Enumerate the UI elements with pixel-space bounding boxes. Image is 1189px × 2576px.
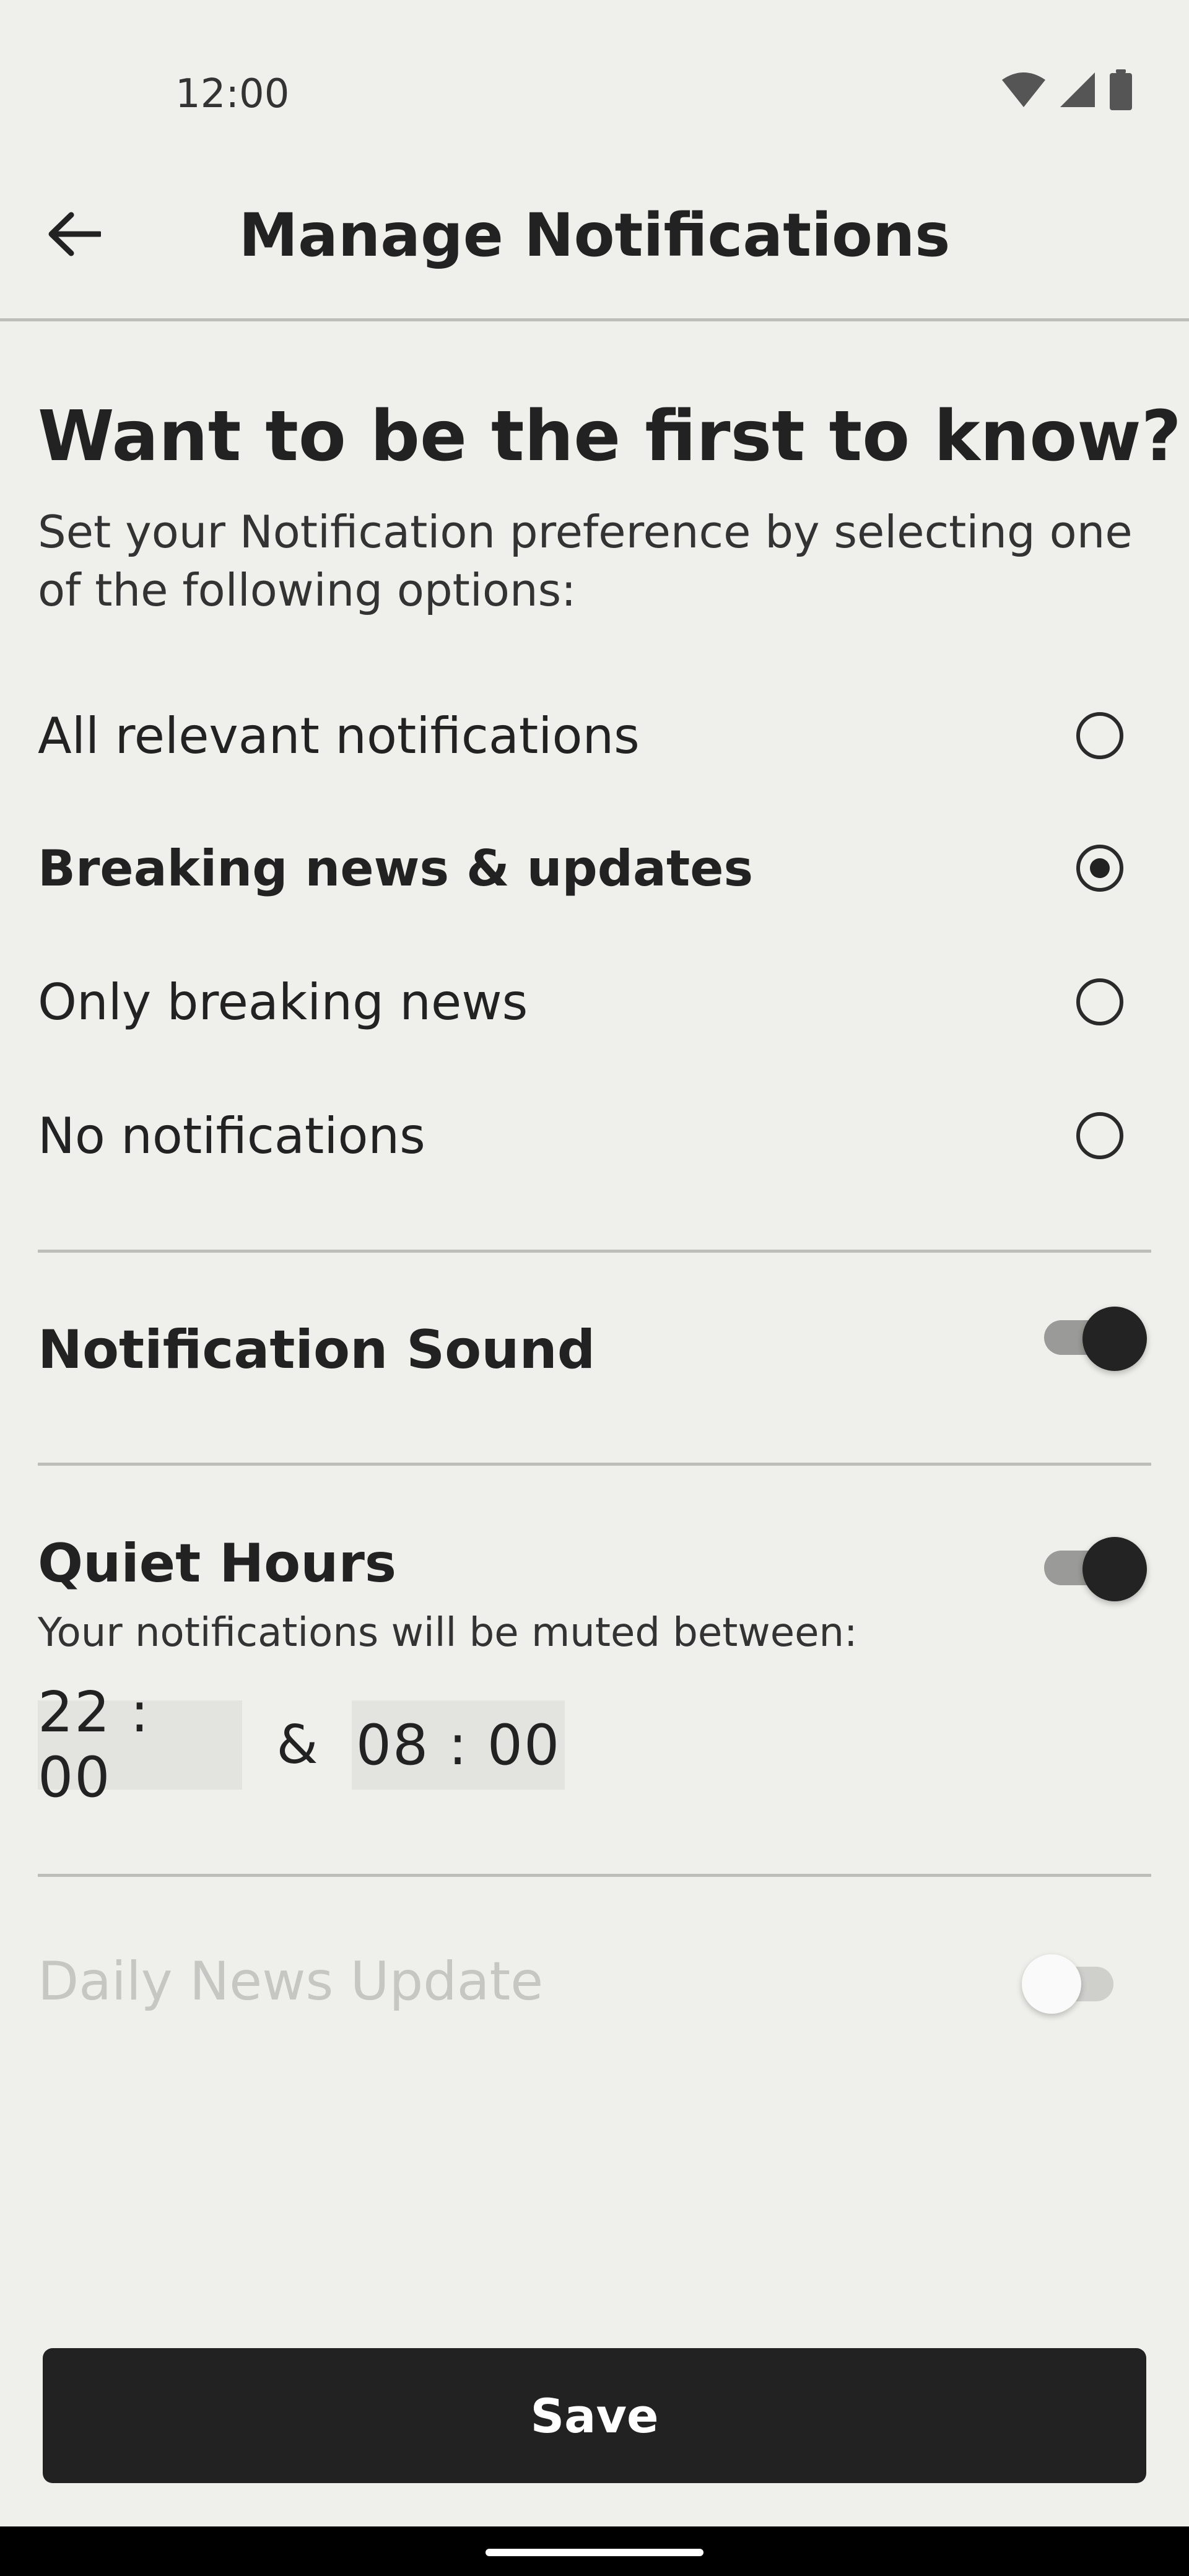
toggle-knob: [1082, 1537, 1147, 1601]
radio-button-selected[interactable]: [1076, 845, 1123, 892]
divider: [38, 1463, 1151, 1466]
option-only-breaking-news[interactable]: Only breaking news: [38, 946, 1151, 1058]
quiet-hours-toggle[interactable]: [1028, 1537, 1152, 1611]
quiet-hours-label: Quiet Hours: [38, 1533, 397, 1595]
quiet-hours-description: Your notifications will be muted between…: [38, 1610, 858, 1656]
option-all-relevant[interactable]: All relevant notifications: [38, 680, 1151, 791]
option-label: No notifications: [38, 1107, 425, 1165]
radio-dot: [1090, 858, 1110, 878]
toggle-knob: [1022, 1954, 1081, 2014]
toggle-knob: [1082, 1307, 1147, 1371]
signal-icon: [1059, 71, 1096, 111]
daily-news-update-toggle[interactable]: [1016, 1951, 1139, 2019]
header-divider: [0, 318, 1189, 321]
divider: [38, 1250, 1151, 1253]
notification-sound-label: Notification Sound: [38, 1319, 596, 1381]
divider: [38, 1874, 1151, 1877]
radio-button[interactable]: [1076, 1112, 1123, 1159]
home-gesture-handle[interactable]: [486, 2549, 703, 2556]
status-time: 12:00: [175, 71, 290, 117]
option-label: All relevant notifications: [38, 707, 640, 765]
quiet-hours-start-time[interactable]: 22 : 00: [38, 1680, 242, 1810]
radio-button[interactable]: [1076, 978, 1123, 1025]
option-label: Only breaking news: [38, 973, 528, 1031]
status-icons: [1001, 69, 1133, 113]
radio-button[interactable]: [1076, 712, 1123, 759]
wifi-icon: [1001, 71, 1047, 111]
save-button[interactable]: Save: [43, 2348, 1146, 2483]
notification-sound-toggle[interactable]: [1028, 1307, 1152, 1381]
battery-icon: [1108, 69, 1133, 113]
page-title: Manage Notifications: [238, 201, 951, 270]
daily-news-update-label: Daily News Update: [38, 1951, 544, 2012]
quiet-hours-end-time[interactable]: 08 : 00: [352, 1700, 565, 1790]
intro-headline: Want to be the first to know?: [38, 396, 1182, 477]
intro-description: Set your Notification preference by sele…: [38, 506, 1133, 616]
option-no-notifications[interactable]: No notifications: [38, 1080, 1151, 1191]
option-breaking-news-updates[interactable]: Breaking news & updates: [38, 812, 1151, 924]
option-label: Breaking news & updates: [38, 839, 754, 897]
time-separator: &: [276, 1714, 318, 1776]
